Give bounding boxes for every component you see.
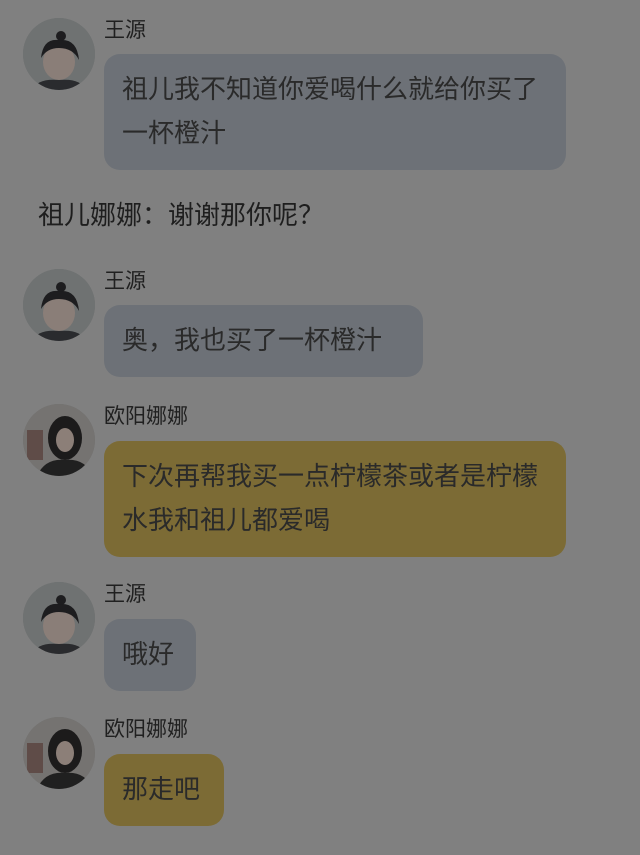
avatar-wangyuan[interactable] [23, 18, 95, 90]
message-bubble[interactable]: 下次再帮我买一点柠檬茶或者是柠檬水我和祖儿都爱喝 [104, 441, 566, 557]
message-bubble[interactable]: 那走吧 [104, 754, 224, 826]
girl-avatar-icon [23, 404, 95, 476]
sender-name: 王源 [104, 18, 146, 42]
sender-name: 王源 [104, 269, 146, 293]
avatar-wangyuan[interactable] [23, 269, 95, 341]
avatar-ouyangnana[interactable] [23, 717, 95, 789]
chat-screen: 王源 祖儿我不知道你爱喝什么就给你买了一杯橙汁 祖儿娜娜：谢谢那你呢？ 王源 奥… [0, 0, 640, 855]
message-bubble[interactable]: 奥，我也买了一杯橙汁 [104, 305, 423, 377]
boy-avatar-icon [23, 582, 95, 654]
sender-name: 王源 [104, 582, 146, 606]
message-bubble[interactable]: 祖儿我不知道你爱喝什么就给你买了一杯橙汁 [104, 54, 566, 170]
message-bubble[interactable]: 哦好 [104, 619, 196, 691]
sender-name: 欧阳娜娜 [104, 404, 188, 428]
avatar-wangyuan[interactable] [23, 582, 95, 654]
narration-text: 祖儿娜娜：谢谢那你呢？ [38, 201, 325, 231]
sender-name: 欧阳娜娜 [104, 717, 188, 741]
boy-avatar-icon [23, 269, 95, 341]
girl-avatar-icon [23, 717, 95, 789]
avatar-ouyangnana[interactable] [23, 404, 95, 476]
boy-avatar-icon [23, 18, 95, 90]
